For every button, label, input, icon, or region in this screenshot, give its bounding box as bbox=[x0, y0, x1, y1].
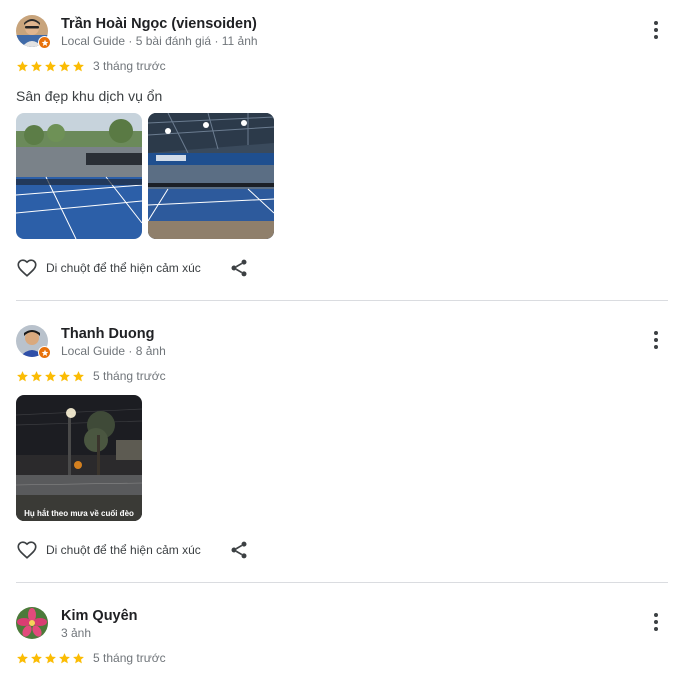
review-photo-image bbox=[16, 395, 142, 521]
review-divider bbox=[16, 582, 668, 583]
review-divider bbox=[16, 300, 668, 301]
more-vert-icon bbox=[654, 613, 658, 617]
rating-row: 3 tháng trước bbox=[16, 58, 166, 74]
review-text: Sân đẹp khu dịch vụ ổn bbox=[16, 88, 163, 104]
avatar-photo bbox=[16, 607, 48, 639]
photo-caption: Hụ hắt theo mưa về cuối đèo bbox=[24, 509, 134, 518]
star-rating bbox=[16, 370, 85, 383]
review-card: Kim Quyên 3 ảnh 5 tháng trước bbox=[16, 607, 668, 677]
star-icon bbox=[31, 652, 42, 663]
review-date: 5 tháng trước bbox=[93, 651, 166, 665]
more-options-button[interactable] bbox=[648, 329, 664, 351]
star-rating bbox=[16, 652, 85, 665]
react-hint: Di chuột để thể hiện cảm xúc bbox=[46, 543, 201, 557]
review-date: 3 tháng trước bbox=[93, 59, 166, 73]
review-date: 5 tháng trước bbox=[93, 369, 166, 383]
share-icon[interactable] bbox=[229, 258, 249, 278]
reviewer-name[interactable]: Kim Quyên bbox=[61, 607, 138, 625]
star-icon bbox=[73, 652, 84, 663]
avatar[interactable] bbox=[16, 15, 51, 49]
rating-row: 5 tháng trước bbox=[16, 650, 166, 666]
review-photo[interactable] bbox=[16, 113, 142, 239]
react-hint: Di chuột để thể hiện cảm xúc bbox=[46, 261, 201, 275]
more-vert-icon bbox=[654, 21, 658, 25]
star-icon bbox=[31, 370, 42, 381]
share-icon[interactable] bbox=[229, 540, 249, 560]
review-photo[interactable] bbox=[148, 113, 274, 239]
local-guide-badge-icon bbox=[38, 346, 51, 359]
star-icon bbox=[73, 370, 84, 381]
heart-outline-icon[interactable] bbox=[16, 257, 38, 279]
star-icon bbox=[17, 60, 28, 71]
avatar[interactable] bbox=[16, 325, 51, 359]
more-options-button[interactable] bbox=[648, 611, 664, 633]
star-rating bbox=[16, 60, 85, 73]
star-icon bbox=[73, 60, 84, 71]
reviewer-name[interactable]: Trần Hoài Ngọc (viensoiden) bbox=[61, 15, 257, 33]
star-icon bbox=[45, 652, 56, 663]
star-icon bbox=[59, 60, 70, 71]
reviewer-meta[interactable]: Local Guide · 5 bài đánh giá · 11 ảnh bbox=[61, 33, 258, 49]
star-icon bbox=[31, 60, 42, 71]
star-icon bbox=[45, 370, 56, 381]
avatar[interactable] bbox=[16, 607, 48, 639]
more-vert-icon bbox=[654, 331, 658, 335]
local-guide-badge-icon bbox=[38, 36, 51, 49]
review-card: Trần Hoài Ngọc (viensoiden) Local Guide … bbox=[16, 15, 668, 285]
review-actions: Di chuột để thể hiện cảm xúc bbox=[16, 257, 249, 279]
star-icon bbox=[59, 652, 70, 663]
heart-outline-icon[interactable] bbox=[16, 539, 38, 561]
star-icon bbox=[17, 652, 28, 663]
review-photo-image bbox=[16, 113, 142, 239]
reviewer-name[interactable]: Thanh Duong bbox=[61, 325, 154, 343]
reviewer-meta[interactable]: 3 ảnh bbox=[61, 625, 91, 641]
review-actions: Di chuột để thể hiện cảm xúc bbox=[16, 539, 249, 561]
more-options-button[interactable] bbox=[648, 19, 664, 41]
star-icon bbox=[45, 60, 56, 71]
star-icon bbox=[59, 370, 70, 381]
star-icon bbox=[17, 370, 28, 381]
review-photo[interactable]: Hụ hắt theo mưa về cuối đèo bbox=[16, 395, 142, 521]
review-card: Thanh Duong Local Guide · 8 ảnh 5 tháng … bbox=[16, 325, 668, 565]
reviewer-meta[interactable]: Local Guide · 8 ảnh bbox=[61, 343, 166, 359]
review-photo-image bbox=[148, 113, 274, 239]
rating-row: 5 tháng trước bbox=[16, 368, 166, 384]
